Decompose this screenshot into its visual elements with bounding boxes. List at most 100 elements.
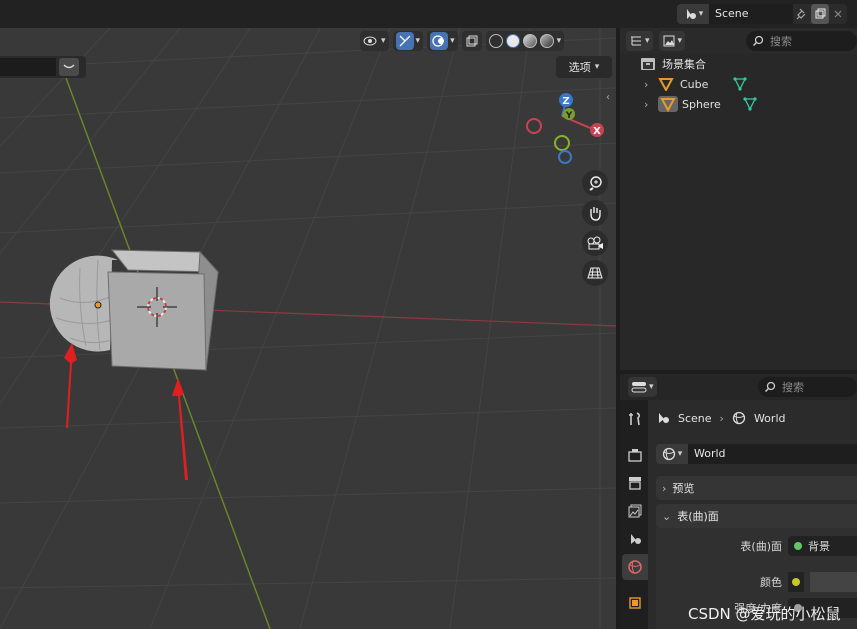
chevron-down-icon: ▾ [677,449,683,459]
options-label: 选项 [568,61,591,74]
outliner-search-input[interactable]: 搜索 [746,31,857,51]
new-scene-icon[interactable] [811,4,829,24]
render-camera-icon [628,449,642,462]
breadcrumb: Scene › World [656,408,785,428]
chevron-down-icon[interactable]: ▾ [557,36,562,46]
options-button[interactable]: 选项 ▾ [556,56,612,78]
color-field[interactable] [788,572,857,592]
zoom-button[interactable] [582,170,608,196]
pin-icon[interactable] [793,4,811,24]
tree-row-cube[interactable]: › Cube [620,74,857,94]
expand-arrow-icon[interactable]: › [644,98,658,111]
expand-arrow-icon[interactable]: › [644,78,658,91]
properties-editor-icon [631,382,647,393]
rendered-shading-icon[interactable] [539,34,554,48]
editor-type-dropdown[interactable]: ▾ [628,377,657,397]
chevron-down-icon: ▾ [677,36,683,46]
color-socket-button[interactable] [788,572,804,592]
properties-search-input[interactable]: 搜索 [758,377,857,397]
gizmo-z-label: Z [562,96,569,107]
close-icon[interactable] [829,4,847,24]
xray-toggle[interactable] [461,31,482,51]
outliner-tree: 场景集合 › Cube › Sphere [620,54,857,114]
tab-output[interactable] [622,470,648,496]
tab-scene[interactable] [622,526,648,552]
chevron-down-icon: ▾ [698,9,704,19]
color-swatch[interactable] [810,572,857,592]
gizmo-dropdown[interactable]: ▾ [392,31,424,51]
material-shading-icon[interactable] [522,34,537,48]
world-globe-icon [628,560,642,574]
mesh-data-icon[interactable] [732,77,748,91]
view-layer-icon [628,504,642,518]
mesh-data-icon[interactable] [742,97,758,111]
world-datablock-selector[interactable]: ▾ World [656,444,857,464]
color-row: 颜色 [656,572,857,592]
gizmo-icon [399,35,410,47]
top-bar: ▾ Scene [0,0,857,28]
world-name-field[interactable]: World [688,444,857,464]
outliner-panel: ▾ ▾ 搜索 场景集合 › Cube › Sphere [620,28,857,370]
viewport-header-tools: ▾ ▾ ▾ ▾ [360,30,565,52]
text-field[interactable] [0,58,56,76]
mesh-object-icon [658,78,674,91]
overlay-dropdown[interactable]: ▾ [427,31,458,51]
shading-modes: ▾ [485,31,565,51]
scene-selector[interactable]: ▾ Scene [677,4,847,24]
ortho-grid-button[interactable] [582,260,608,286]
wireframe-shading-icon[interactable] [488,34,503,48]
cube-object[interactable] [107,249,220,372]
viewport-scene[interactable]: Z Y X [0,28,616,629]
search-placeholder: 搜索 [782,381,804,394]
chevron-down-icon: ▾ [415,36,421,46]
scene-collection-row[interactable]: 场景集合 [620,54,857,74]
surface-shader-row: 表(曲)面 背景 [656,536,857,556]
chevron-right-icon: › [662,481,667,495]
outliner-list-icon [631,36,641,46]
object-label-sphere: Sphere [682,97,721,111]
pan-button[interactable] [582,200,608,226]
surface-shader-field[interactable]: 背景 [788,536,857,556]
gizmo-y-label: Y [565,111,573,121]
3d-viewport[interactable]: Z Y X ▾ ▾ ▾ ▾ 选项 ▾ ‹ [0,28,616,629]
visibility-dropdown[interactable]: ▾ [360,31,389,51]
overlay-toggle[interactable] [430,32,449,50]
solid-shading-icon[interactable] [505,34,520,48]
tab-view-layer[interactable] [622,498,648,524]
tab-world[interactable] [622,554,648,580]
preview-panel-header[interactable]: › 预览 [656,476,857,500]
scene-dropdown[interactable]: ▾ [677,4,709,24]
tree-row-sphere[interactable]: › Sphere [620,94,857,114]
viewport-left-field[interactable] [0,56,86,78]
scene-name[interactable]: Scene [709,4,793,24]
properties-header: ▾ 搜索 [620,374,857,400]
sphere-object[interactable] [49,255,118,352]
scene-icon [659,413,669,423]
zoom-icon [589,176,602,191]
filter-dropdown[interactable]: ▾ [658,31,686,51]
properties-tabs [620,400,648,629]
breadcrumb-world[interactable]: World [754,412,786,425]
hand-pan-icon [590,207,601,221]
gizmo-toggle[interactable] [395,32,414,50]
world-browse-dropdown[interactable]: ▾ [656,444,688,464]
tab-render[interactable] [622,442,648,468]
surface-panel-label: 表(曲)面 [677,510,719,523]
mesh-object-icon [658,96,678,112]
chevron-down-icon[interactable] [59,58,79,76]
tab-tool[interactable] [622,406,648,432]
navigation-gizmo[interactable]: Z Y X [526,93,604,164]
breadcrumb-scene[interactable]: Scene [678,412,712,425]
camera-view-button[interactable] [582,230,608,256]
surface-label: 表(曲)面 [740,540,782,553]
camera-view-icon [587,236,603,250]
collection-box-icon [641,58,655,70]
chevron-left-icon[interactable]: ‹ [606,92,616,108]
chevron-down-icon: ▾ [594,62,600,72]
tab-object[interactable] [622,590,648,616]
xray-icon [466,35,478,47]
surface-panel-header[interactable]: ⌄ 表(曲)面 [656,504,857,528]
object-label-cube: Cube [680,77,709,91]
display-mode-dropdown[interactable]: ▾ [626,31,653,51]
scene-collection-label: 场景集合 [662,58,706,71]
